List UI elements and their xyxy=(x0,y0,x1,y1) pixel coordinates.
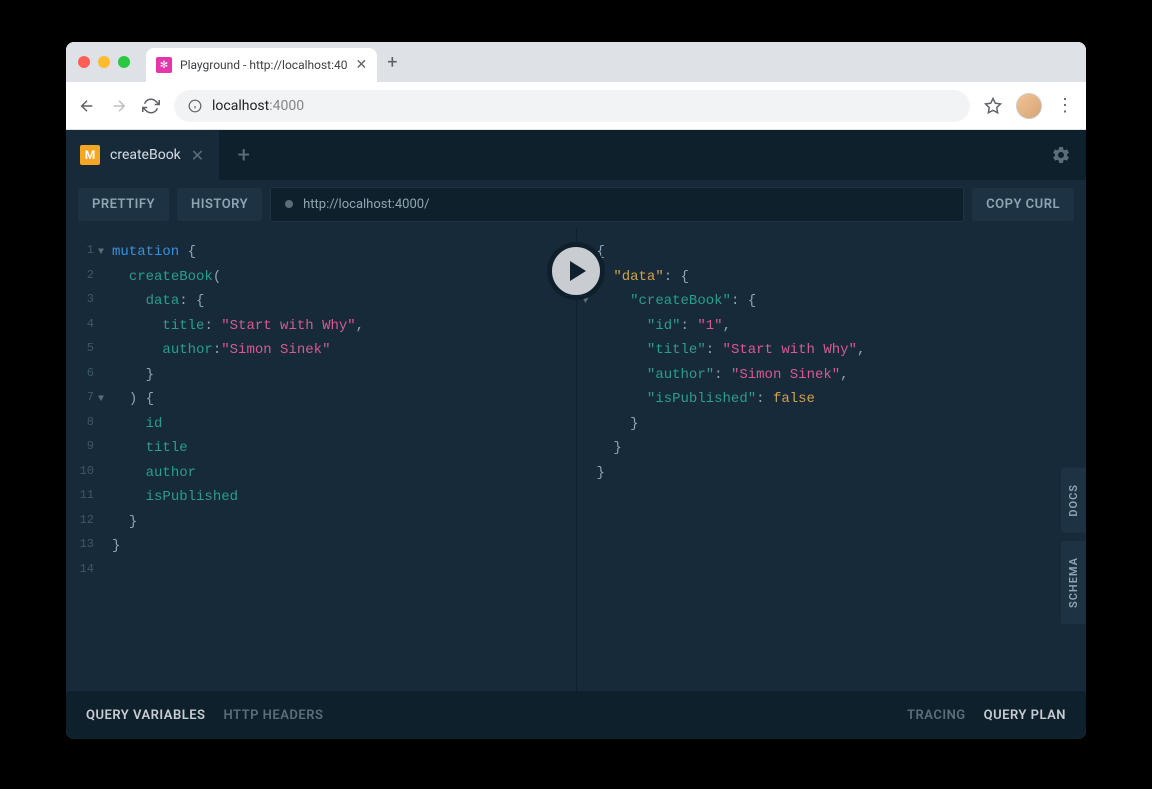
new-tab-button[interactable]: + xyxy=(387,52,397,73)
browser-window: Playground - http://localhost:40 ✕ + loc… xyxy=(66,42,1086,739)
close-playground-tab-icon[interactable]: ✕ xyxy=(191,146,204,165)
playground-main: 1▼mutation { 2 createBook( 3 data: { 4 t… xyxy=(66,228,1086,691)
browser-tab-title: Playground - http://localhost:40 xyxy=(180,58,348,72)
url-input[interactable]: localhost:4000 xyxy=(174,90,970,122)
docs-tab[interactable]: DOCS xyxy=(1061,468,1086,533)
window-close-button[interactable] xyxy=(78,56,90,68)
endpoint-status-icon xyxy=(285,200,293,208)
settings-button[interactable] xyxy=(1036,130,1086,180)
schema-tab[interactable]: SCHEMA xyxy=(1061,541,1086,624)
execute-query-button[interactable] xyxy=(547,242,605,300)
playground-tab-createBook[interactable]: M createBook ✕ xyxy=(66,130,218,180)
gear-icon xyxy=(1051,145,1071,165)
query-plan-tab[interactable]: QUERY PLAN xyxy=(984,708,1066,723)
result-viewer[interactable]: ▼{ ▼ "data": { ▼ "createBook": { "id": "… xyxy=(577,228,1087,691)
profile-avatar[interactable] xyxy=(1016,93,1042,119)
query-variables-tab[interactable]: QUERY VARIABLES xyxy=(86,708,206,723)
http-headers-tab[interactable]: HTTP HEADERS xyxy=(224,708,324,723)
close-tab-icon[interactable]: ✕ xyxy=(356,57,368,73)
address-bar: localhost:4000 ⋮ xyxy=(66,82,1086,130)
window-minimize-button[interactable] xyxy=(98,56,110,68)
endpoint-url-text: http://localhost:4000/ xyxy=(303,197,429,212)
prettify-button[interactable]: PRETTIFY xyxy=(78,188,169,221)
graphql-playground: M createBook ✕ + PRETTIFY HISTORY http:/… xyxy=(66,130,1086,739)
history-button[interactable]: HISTORY xyxy=(177,188,262,221)
chrome-tab-strip: Playground - http://localhost:40 ✕ + xyxy=(66,42,1086,82)
playground-footer: QUERY VARIABLES HTTP HEADERS TRACING QUE… xyxy=(66,691,1086,739)
window-maximize-button[interactable] xyxy=(118,56,130,68)
playground-toolbar: PRETTIFY HISTORY http://localhost:4000/ … xyxy=(66,180,1086,228)
playground-new-tab-button[interactable]: + xyxy=(218,130,268,180)
reload-button[interactable] xyxy=(142,97,160,115)
bookmark-star-icon[interactable] xyxy=(984,97,1002,115)
nav-forward-button[interactable] xyxy=(110,97,128,115)
tracing-tab[interactable]: TRACING xyxy=(907,708,966,723)
side-panel-tabs: DOCS SCHEMA xyxy=(1061,468,1086,624)
nav-back-button[interactable] xyxy=(78,97,96,115)
graphql-favicon-icon xyxy=(156,57,172,73)
mutation-badge-icon: M xyxy=(80,145,100,165)
url-text: localhost:4000 xyxy=(212,98,304,114)
playground-tabs: M createBook ✕ + xyxy=(66,130,1086,180)
info-icon xyxy=(188,99,202,113)
browser-tab[interactable]: Playground - http://localhost:40 ✕ xyxy=(146,48,377,82)
endpoint-url-input[interactable]: http://localhost:4000/ xyxy=(270,187,964,222)
browser-menu-icon[interactable]: ⋮ xyxy=(1056,95,1074,116)
playground-tab-name: createBook xyxy=(110,147,181,163)
traffic-lights xyxy=(78,56,130,68)
query-editor[interactable]: 1▼mutation { 2 createBook( 3 data: { 4 t… xyxy=(66,228,577,691)
copy-curl-button[interactable]: COPY CURL xyxy=(972,188,1074,221)
